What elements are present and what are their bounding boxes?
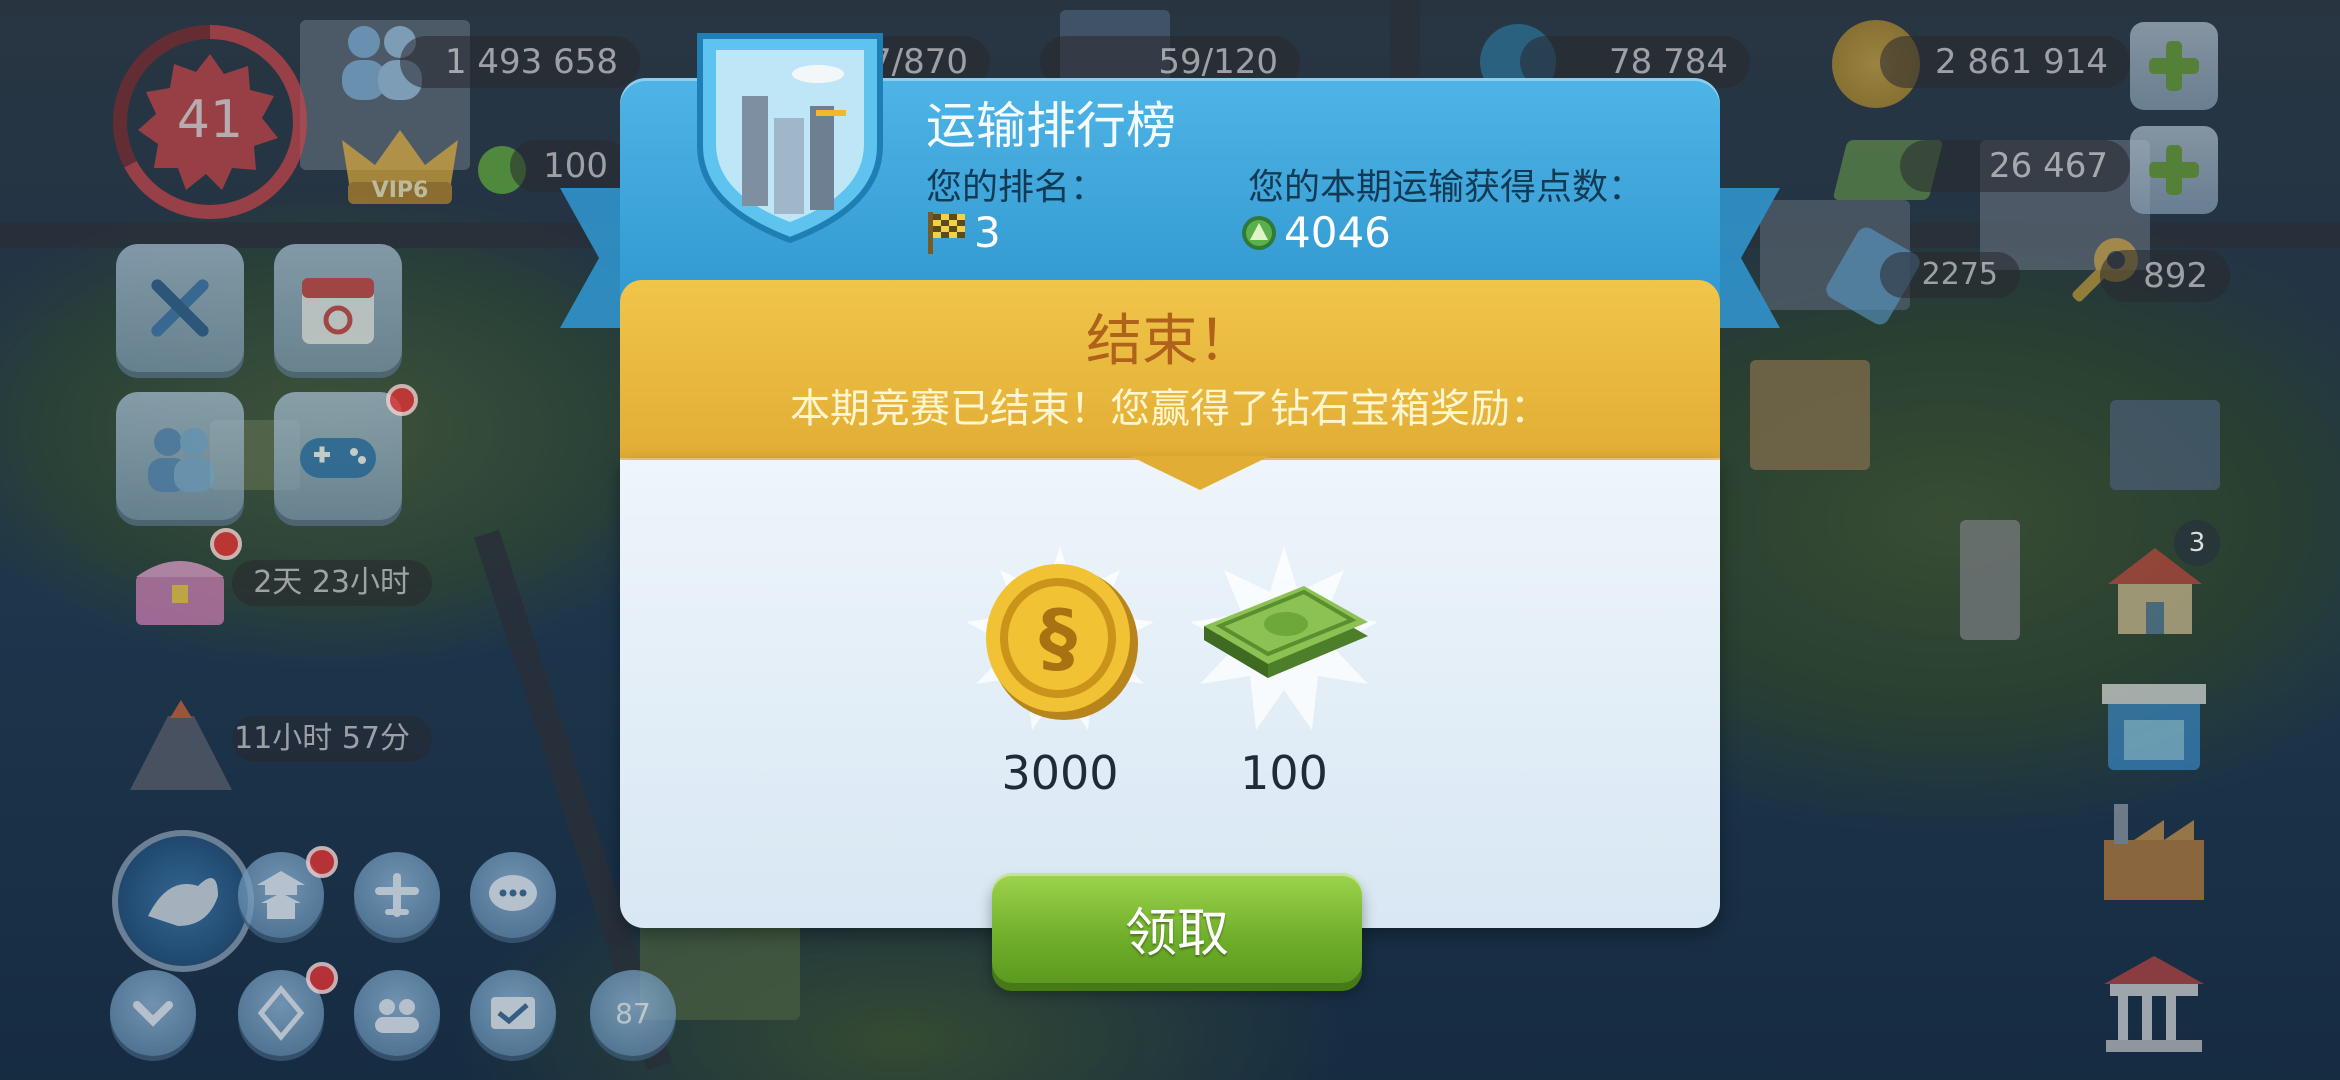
simcash-value: 26 467 — [1989, 146, 2108, 186]
chevron-down-icon — [133, 1001, 173, 1027]
simcash-reward-amount: 100 — [1240, 746, 1328, 800]
transport-points-icon — [1242, 215, 1276, 250]
claim-button[interactable]: 领取 — [992, 873, 1362, 983]
disaster-timer: 11小时 57分 — [232, 716, 432, 762]
points-label: 您的本期运输获得点数： — [1248, 167, 1645, 208]
points-value: 4046 — [1284, 208, 1391, 257]
mailbox-icon — [491, 997, 535, 1029]
club-button[interactable] — [354, 970, 440, 1056]
games-notification-dot — [386, 384, 418, 416]
shop-button[interactable] — [2094, 660, 2214, 780]
neosimoleon-value: 78 784 — [1609, 42, 1728, 82]
transport-leaderboard-dialog: 运输排行榜 您的排名： 您的本期运输获得点数： 3 4046 结束！ 本期竞赛已… — [560, 33, 1780, 983]
tools-button[interactable] — [116, 244, 244, 372]
ended-description: 本期竞赛已结束！您赢得了钻石宝箱奖励： — [790, 386, 1550, 432]
svg-text:§: § — [1039, 593, 1077, 682]
pagoda-icon — [257, 871, 305, 919]
dragon-icon — [148, 878, 218, 926]
dialog-title: 运输排行榜 — [926, 97, 1176, 155]
checkered-flag-icon — [928, 211, 965, 254]
rewards-panel: § 3000 100 — [620, 460, 1720, 928]
simcash-counter: 26 467 — [1900, 140, 2130, 192]
games-button[interactable] — [274, 392, 402, 520]
leaderboard-shield-icon — [690, 26, 890, 244]
friends-button[interactable] — [116, 392, 244, 520]
gamepad-icon — [300, 438, 376, 478]
mail-button[interactable] — [470, 970, 556, 1056]
airport-button[interactable] — [354, 852, 440, 938]
store-icon — [2102, 684, 2206, 770]
token-counter: 2275 — [1880, 252, 2020, 298]
event-button[interactable]: 87 — [590, 970, 676, 1056]
capacity-b-value: 59/120 — [1158, 42, 1278, 82]
government-button[interactable] — [2094, 950, 2214, 1060]
collapse-menu-button[interactable] — [110, 970, 196, 1056]
chat-bubble-icon — [489, 875, 537, 911]
population-value: 1 493 658 — [444, 42, 618, 82]
happiness-counter: 100 — [510, 140, 630, 192]
simoleon-reward-amount: 3000 — [1001, 746, 1119, 800]
rank-display: 3 — [926, 208, 1001, 257]
factory-icon — [2104, 804, 2204, 900]
vip-label: VIP6 — [371, 178, 429, 203]
chest-timer-text: 2天 23小时 — [253, 565, 410, 600]
disaster-mode-button[interactable] — [112, 830, 254, 972]
treasure-chest-icon[interactable] — [130, 545, 230, 631]
friends-icon — [148, 428, 214, 492]
wrench-screwdriver-icon — [151, 279, 209, 337]
rank-value: 3 — [974, 208, 1001, 257]
disaster-timer-text: 11小时 57分 — [234, 721, 410, 756]
result-banner: 结束！ 本期竞赛已结束！您赢得了钻石宝箱奖励： — [620, 280, 1720, 460]
vip-badge[interactable]: VIP6 — [330, 120, 470, 210]
diamond-icon — [257, 985, 305, 1041]
simcash-bills-icon — [1190, 546, 1378, 730]
event-number: 87 — [615, 996, 651, 1030]
simoleon-counter: 2 861 914 — [1880, 36, 2130, 88]
token-value: 2275 — [1921, 257, 1998, 292]
happiness-value: 100 — [543, 146, 608, 186]
points-display: 4046 — [1240, 208, 1391, 257]
home-badge: 3 — [2174, 520, 2220, 566]
key-value: 892 — [2143, 256, 2208, 296]
factory-button[interactable] — [2094, 790, 2214, 910]
plus-icon — [2149, 145, 2199, 195]
calendar-icon — [302, 278, 374, 344]
key-counter: 892 — [2100, 250, 2230, 302]
add-simcash-button[interactable] — [2130, 126, 2218, 214]
level-number: 41 — [176, 90, 244, 150]
volcano-disaster-icon[interactable] — [126, 698, 236, 794]
chest-notification-dot — [210, 528, 242, 560]
simoleon-coin-icon: § — [966, 546, 1154, 730]
level-badge[interactable]: 41 — [110, 22, 310, 222]
reward-simcash: 100 — [1184, 540, 1384, 800]
pagoda-notification-dot — [306, 846, 338, 878]
plus-icon — [2149, 41, 2199, 91]
chat-button[interactable] — [470, 852, 556, 938]
airplane-icon — [375, 873, 419, 917]
neo-city-notification-dot — [306, 962, 338, 994]
home-badge-count: 3 — [2188, 528, 2206, 558]
rank-label: 您的排名： — [926, 167, 1107, 208]
calendar-button[interactable] — [274, 244, 402, 372]
banner-pointer — [1130, 456, 1270, 490]
add-simoleons-button[interactable] — [2130, 22, 2218, 110]
population-counter: 1 493 658 — [400, 36, 640, 88]
group-icon — [375, 999, 419, 1033]
city-hall-icon — [2104, 956, 2204, 1052]
ended-title: 结束！ — [1086, 309, 1254, 374]
chest-timer: 2天 23小时 — [232, 560, 432, 606]
simoleon-value: 2 861 914 — [1934, 42, 2108, 82]
reward-simoleons: § 3000 — [960, 540, 1160, 800]
